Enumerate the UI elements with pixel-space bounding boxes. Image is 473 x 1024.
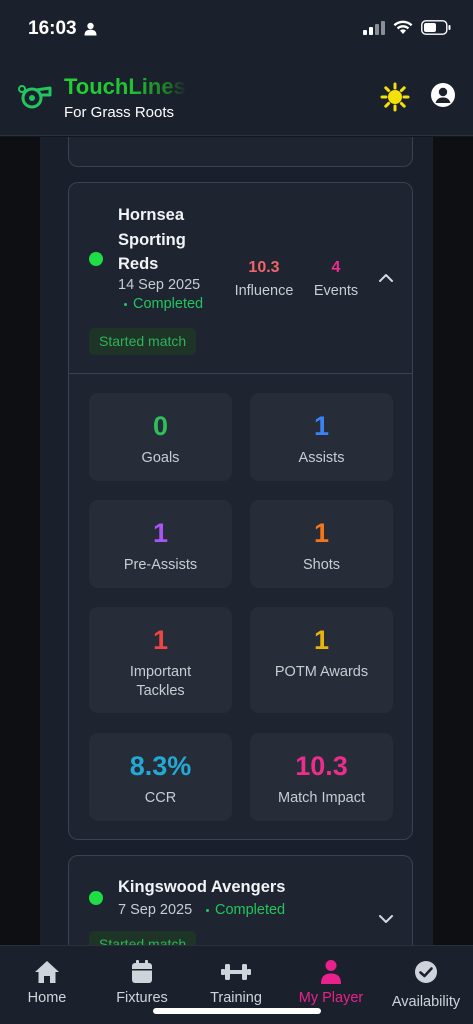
events-value: 4 [331, 259, 341, 276]
stat-tile-ccr: 8.3% CCR [89, 733, 232, 821]
influence-label: Influence [234, 283, 294, 299]
app-subtitle: For Grass Roots [64, 104, 175, 121]
events-metric: 4 Events [309, 259, 363, 299]
stat-tile-important-tackles: 1 Important Tackles [89, 607, 232, 713]
match-status: Completed [124, 296, 203, 312]
chevron-up-icon[interactable] [378, 273, 394, 283]
opponent-name: Hornsea Sporting Reds [118, 206, 186, 273]
match-card[interactable]: Hornsea Sporting Reds 14 Sep 2025 Comple… [68, 182, 413, 840]
stat-label: POTM Awards [274, 664, 369, 680]
profile-icon[interactable] [430, 82, 456, 108]
home-indicator [153, 1008, 321, 1014]
stat-value: 1 [313, 625, 330, 655]
stat-value: 1 [152, 518, 169, 548]
stat-label: CCR [144, 790, 177, 806]
stat-label: Assists [298, 450, 345, 466]
events-label: Events [313, 283, 359, 299]
app-title: TouchLines [64, 74, 186, 99]
nav-training[interactable]: Training [201, 958, 271, 1006]
dumbbell-icon [221, 964, 251, 980]
home-icon [35, 961, 59, 983]
stat-value: 0 [152, 411, 169, 441]
stat-label: Shots [302, 557, 341, 573]
app-header: TouchLines For Grass Roots [0, 58, 473, 136]
stat-tile-assists: 1 Assists [250, 393, 393, 481]
opponent-name: Kingswood Avengers [118, 878, 286, 896]
nav-fixtures[interactable]: Fixtures [107, 958, 177, 1006]
stat-tile-goals: 0 Goals [89, 393, 232, 481]
match-status-dot [89, 252, 103, 266]
check-circle-icon [415, 961, 437, 983]
match-date: 14 Sep 2025 [118, 277, 201, 293]
next-match-card[interactable]: Kingswood Avengers 7 Sep 2025 Completed … [68, 855, 413, 945]
whistle-logo-icon [18, 85, 52, 109]
divider [69, 373, 412, 374]
calendar-icon [132, 960, 152, 983]
stat-value: 8.3% [129, 751, 192, 781]
status-bar: 16:03 [0, 0, 473, 58]
previous-match-card[interactable] [68, 137, 413, 167]
match-status-dot [89, 891, 103, 905]
started-match-badge: Started match [89, 328, 197, 355]
stat-value: 1 [152, 625, 169, 655]
influence-value: 10.3 [248, 259, 280, 276]
nav-my-player[interactable]: My Player [294, 958, 368, 1006]
match-status: Completed [206, 902, 285, 918]
chevron-down-icon[interactable] [378, 914, 394, 924]
stat-label: Goals [141, 450, 180, 466]
match-date: 7 Sep 2025 [118, 902, 193, 918]
status-time: 16:03 [28, 18, 77, 39]
stat-value: 1 [313, 411, 330, 441]
stat-value: 10.3 [295, 751, 348, 781]
wifi-icon [393, 20, 413, 34]
main-content[interactable]: Hornsea Sporting Reds 14 Sep 2025 Comple… [0, 137, 473, 945]
stat-label: Match Impact [277, 790, 366, 806]
stat-label: Important Tackles [129, 664, 192, 699]
nav-availability[interactable]: Availability [386, 958, 466, 1010]
stat-tile-shots: 1 Shots [250, 500, 393, 588]
person-status-icon [84, 22, 97, 36]
stat-tile-potm-awards: 1 POTM Awards [250, 607, 393, 713]
stat-label: Pre-Assists [123, 557, 198, 573]
stat-value: 1 [313, 518, 330, 548]
person-icon [321, 960, 341, 984]
stat-tile-match-impact: 10.3 Match Impact [250, 733, 393, 821]
started-match-badge: Started match [89, 931, 197, 945]
stat-tile-pre-assists: 1 Pre-Assists [89, 500, 232, 588]
cellular-signal-icon [363, 20, 385, 35]
battery-icon [421, 20, 451, 35]
nav-home[interactable]: Home [17, 958, 77, 1006]
theme-toggle-sun-icon[interactable] [380, 82, 410, 112]
influence-metric: 10.3 Influence [231, 259, 297, 299]
